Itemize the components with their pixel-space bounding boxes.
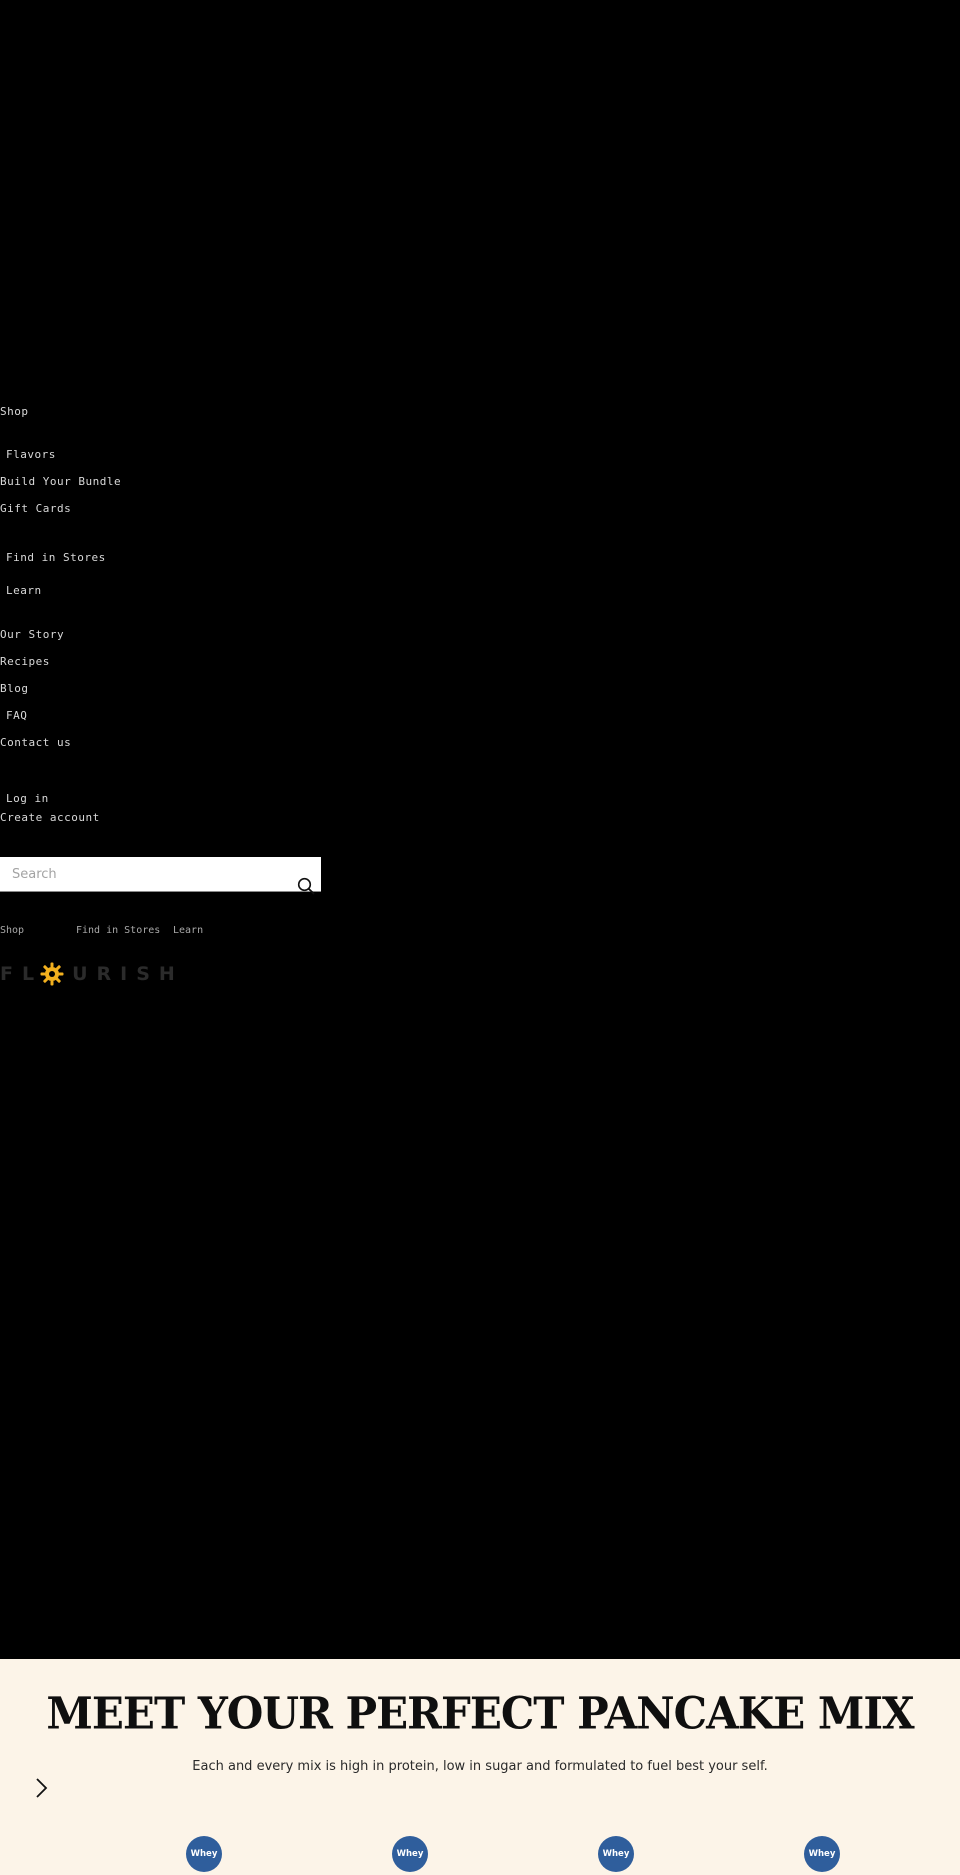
logo-text-start: FL xyxy=(0,963,44,985)
whey-badge: Whey xyxy=(598,1836,634,1872)
menu-item-learn[interactable]: Learn xyxy=(6,584,42,598)
whey-badge: Whey xyxy=(804,1836,840,1872)
whey-badge: Whey xyxy=(392,1836,428,1872)
menu-item-build-your-bundle[interactable]: Build Your Bundle xyxy=(0,475,121,489)
search-input[interactable] xyxy=(0,857,280,891)
whey-badge: Whey xyxy=(186,1836,222,1872)
section-title: MEET YOUR PERFECT PANCAKE MIX xyxy=(46,1687,914,1740)
logo-text-end: URISH xyxy=(72,963,184,985)
search-icon[interactable] xyxy=(297,877,315,895)
section-subtitle: Each and every mix is high in protein, l… xyxy=(192,1759,768,1774)
menu-item-our-story[interactable]: Our Story xyxy=(0,628,64,642)
menu-item-recipes[interactable]: Recipes xyxy=(0,655,50,669)
mobile-menu-overlay: Shop Flavors Build Your Bundle Gift Card… xyxy=(0,0,960,1659)
menu-item-flavors[interactable]: Flavors xyxy=(6,448,56,462)
bottom-nav-shop[interactable]: Shop xyxy=(0,925,24,936)
menu-item-find-in-stores[interactable]: Find in Stores xyxy=(6,551,106,565)
bottom-nav-find-in-stores[interactable]: Find in Stores xyxy=(76,925,160,936)
search-box xyxy=(0,857,321,895)
create-account-link[interactable]: Create account xyxy=(0,811,100,825)
menu-item-blog[interactable]: Blog xyxy=(0,682,29,696)
bottom-nav-learn[interactable]: Learn xyxy=(173,925,203,936)
menu-item-faq[interactable]: FAQ xyxy=(6,709,27,723)
menu-item-contact-us[interactable]: Contact us xyxy=(0,736,71,750)
menu-item-gift-cards[interactable]: Gift Cards xyxy=(0,502,71,516)
chevron-right-icon[interactable] xyxy=(34,1777,50,1799)
login-link[interactable]: Log in xyxy=(6,792,49,806)
menu-item-shop[interactable]: Shop xyxy=(0,405,29,419)
brand-logo[interactable]: FL URISH xyxy=(0,962,184,986)
product-section: MEET YOUR PERFECT PANCAKE MIX Each and e… xyxy=(0,1659,960,1875)
sun-gear-icon xyxy=(40,962,64,986)
